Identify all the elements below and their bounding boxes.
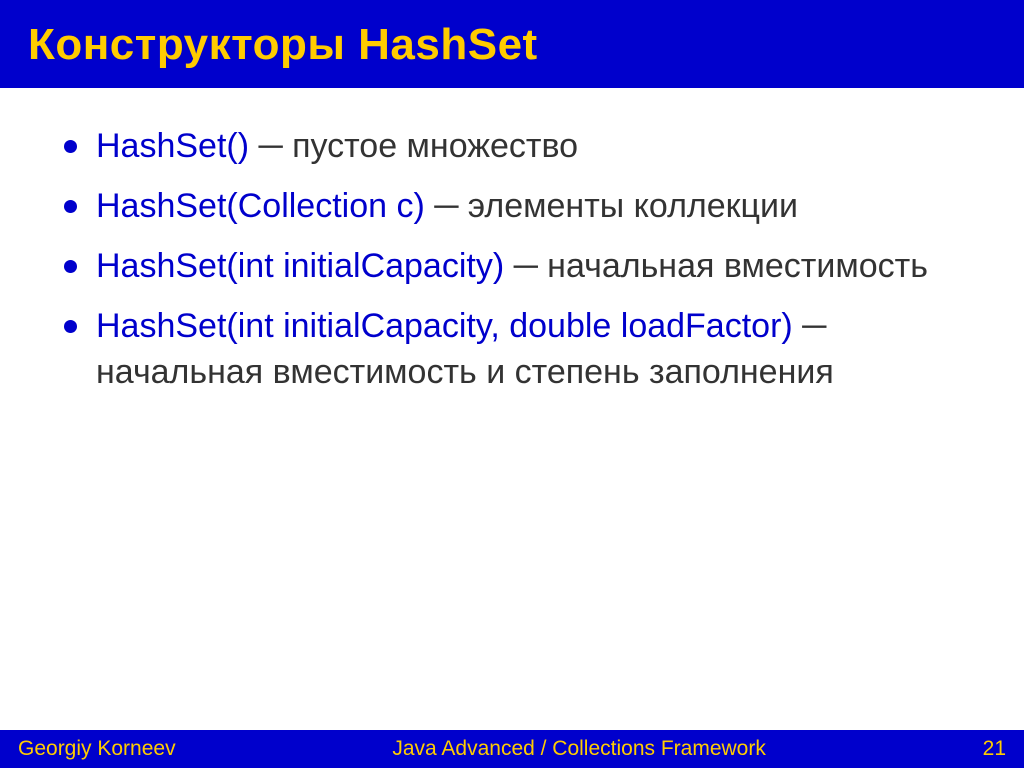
slide-title: Конструкторы HashSet (28, 20, 996, 70)
separator-dash: ─ (434, 187, 458, 225)
constructor-signature: HashSet(int initialCapacity) (96, 247, 504, 285)
constructor-description: начальная вместимость (547, 247, 928, 285)
slide: Конструкторы HashSet HashSet() ─ пустое … (0, 0, 1024, 768)
bullet-item: HashSet(int initialCapacity) ─ начальная… (56, 244, 968, 290)
constructor-description: пустое множество (292, 127, 578, 165)
constructor-signature: HashSet(int initialCapacity, double load… (96, 307, 793, 345)
bullet-item: HashSet() ─ пустое множество (56, 124, 968, 170)
title-bar: Конструкторы HashSet (0, 0, 1024, 88)
footer-course: Java Advanced / Collections Framework (176, 737, 983, 761)
constructor-description: начальная вместимость и степень заполнен… (96, 353, 834, 391)
separator-dash: ─ (514, 247, 538, 285)
bullet-item: HashSet(Collection c) ─ элементы коллекц… (56, 184, 968, 230)
constructor-description: элементы коллекции (468, 187, 798, 225)
constructor-signature: HashSet(Collection c) (96, 187, 425, 225)
separator-dash: ─ (802, 307, 826, 345)
slide-content: HashSet() ─ пустое множество HashSet(Col… (0, 88, 1024, 395)
footer-author: Georgiy Korneev (18, 737, 176, 761)
bullet-list: HashSet() ─ пустое множество HashSet(Col… (56, 124, 968, 395)
separator-dash: ─ (259, 127, 283, 165)
bullet-item: HashSet(int initialCapacity, double load… (56, 304, 968, 396)
footer-bar: Georgiy Korneev Java Advanced / Collecti… (0, 730, 1024, 768)
footer-page: 21 (983, 737, 1006, 761)
constructor-signature: HashSet() (96, 127, 249, 165)
